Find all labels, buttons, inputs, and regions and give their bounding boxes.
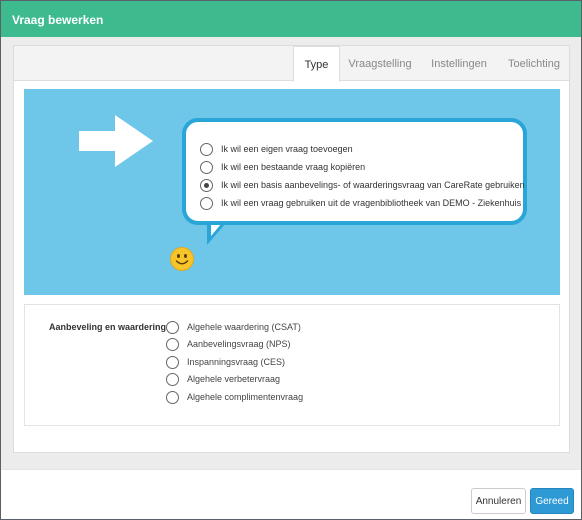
dialog-body: Type Vraagstelling Instellingen Toelicht…: [1, 37, 581, 469]
section-label: Aanbeveling en waardering: [49, 322, 167, 332]
option-improvement[interactable]: Algehele verbetervraag: [166, 371, 280, 387]
question-type-banner: Ik wil een eigen vraag toevoegen Ik wil …: [24, 89, 560, 295]
tab-instellingen[interactable]: Instellingen: [427, 46, 491, 81]
radio-own-question[interactable]: [200, 142, 213, 156]
option-compliment[interactable]: Algehele complimentenvraag: [166, 389, 303, 405]
recommendation-section: Aanbeveling en waardering Algehele waard…: [24, 304, 560, 426]
radio-ces[interactable]: [166, 355, 179, 369]
radio-nps[interactable]: [166, 337, 179, 351]
dialog-footer: Annuleren Gereed: [1, 469, 581, 519]
speech-bubble: Ik wil een eigen vraag toevoegen Ik wil …: [182, 118, 527, 225]
option-ces[interactable]: Inspanningsvraag (CES): [166, 354, 285, 370]
smiley-icon: [170, 247, 194, 271]
cancel-button[interactable]: Annuleren: [471, 488, 526, 514]
radio-improvement[interactable]: [166, 372, 179, 386]
radio-question-library[interactable]: [200, 196, 213, 210]
radio-csat[interactable]: [166, 320, 179, 334]
tab-toelichting[interactable]: Toelichting: [504, 46, 564, 81]
option-csat[interactable]: Algehele waardering (CSAT): [166, 319, 301, 335]
tab-panel: Type Vraagstelling Instellingen Toelicht…: [13, 45, 570, 453]
radio-copy-question[interactable]: [200, 160, 213, 174]
option-nps[interactable]: Aanbevelingsvraag (NPS): [166, 336, 291, 352]
tab-type[interactable]: Type: [293, 46, 340, 82]
option-question-library[interactable]: Ik wil een vraag gebruiken uit de vragen…: [200, 195, 521, 211]
edit-question-dialog: Vraag bewerken Type Vraagstelling Instel…: [0, 0, 582, 520]
tab-bar: Type Vraagstelling Instellingen Toelicht…: [14, 46, 569, 82]
option-copy-question[interactable]: Ik wil een bestaande vraag kopiëren: [200, 159, 365, 175]
tab-vraagstelling[interactable]: Vraagstelling: [345, 46, 415, 81]
option-own-question[interactable]: Ik wil een eigen vraag toevoegen: [200, 141, 353, 157]
done-button[interactable]: Gereed: [530, 488, 574, 514]
radio-carerate-basic[interactable]: [200, 178, 213, 192]
arrow-right-icon: [79, 115, 153, 167]
dialog-title: Vraag bewerken: [1, 1, 581, 37]
radio-compliment[interactable]: [166, 390, 179, 404]
option-carerate-basic[interactable]: Ik wil een basis aanbevelings- of waarde…: [200, 177, 525, 193]
